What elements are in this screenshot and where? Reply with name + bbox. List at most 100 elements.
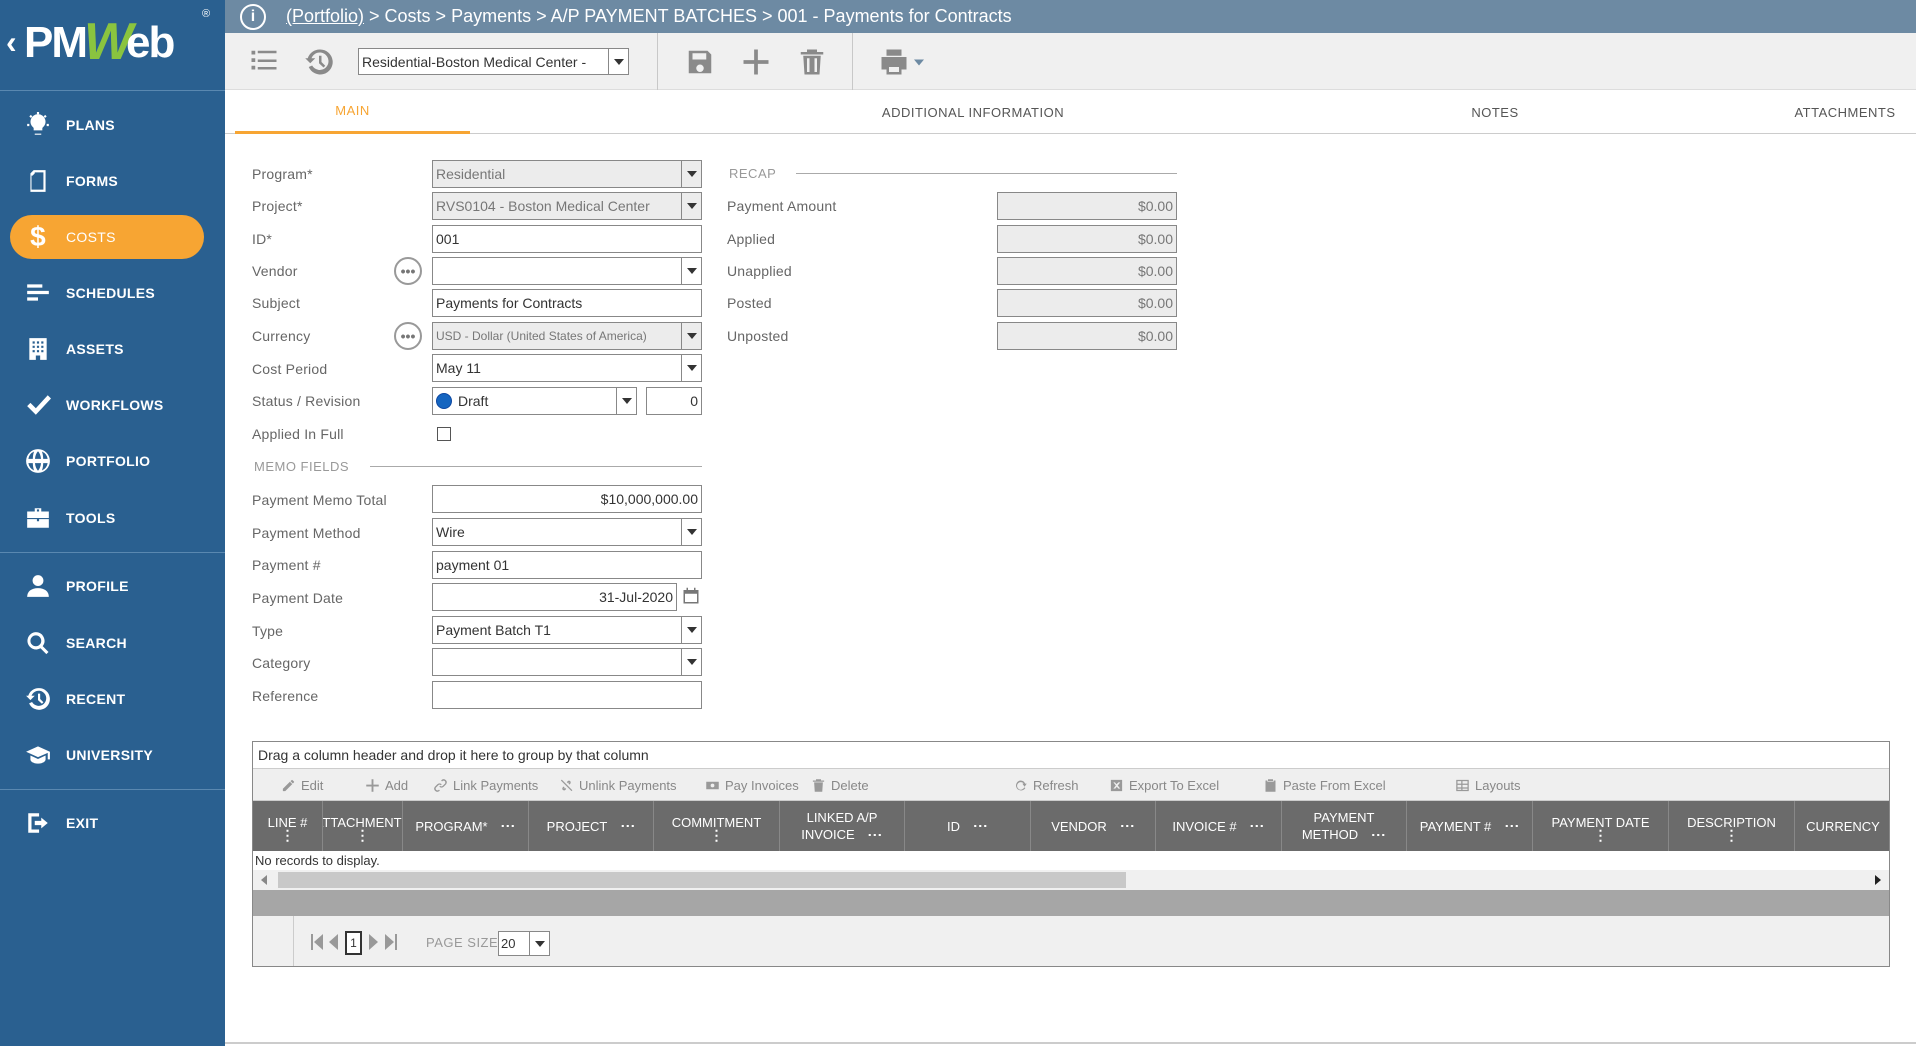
- chevron-down-icon[interactable]: [681, 355, 701, 381]
- project-field-select[interactable]: RVS0104 - Boston Medical Center: [432, 192, 702, 220]
- sidebar-item-exit[interactable]: EXIT: [10, 801, 204, 845]
- column-header-project[interactable]: PROJECT ⋮: [529, 801, 654, 851]
- pay-invoices-button[interactable]: Pay Invoices: [705, 769, 799, 801]
- vendor-select[interactable]: [432, 257, 702, 285]
- sidebar-item-plans[interactable]: PLANS: [10, 103, 204, 147]
- sidebar-item-costs[interactable]: $ COSTS: [10, 215, 204, 259]
- sidebar-item-tools[interactable]: TOOLS: [10, 496, 204, 540]
- vendor-lookup-icon[interactable]: •••: [394, 257, 422, 285]
- pmweb-logo[interactable]: ‹ PM W eb ®: [6, 8, 216, 71]
- grid-refresh-button[interactable]: Refresh: [1013, 769, 1079, 801]
- type-select[interactable]: Payment Batch T1: [432, 616, 702, 644]
- export-to-excel-button[interactable]: Export To Excel: [1109, 769, 1219, 801]
- previous-page-icon[interactable]: [329, 934, 338, 950]
- category-select[interactable]: [432, 648, 702, 676]
- grid-edit-button[interactable]: Edit: [281, 769, 323, 801]
- paste-from-excel-button[interactable]: Paste From Excel: [1263, 769, 1386, 801]
- sidebar-item-profile[interactable]: PROFILE: [10, 564, 204, 608]
- status-select[interactable]: Draft: [432, 387, 637, 415]
- column-menu-icon[interactable]: ⋮: [620, 819, 636, 833]
- subject-input[interactable]: Payments for Contracts: [432, 289, 702, 317]
- scroll-left-icon[interactable]: [261, 875, 267, 885]
- next-page-icon[interactable]: [369, 934, 378, 950]
- current-page[interactable]: 1: [345, 931, 362, 955]
- layouts-button[interactable]: Layouts: [1455, 769, 1521, 801]
- sidebar-item-workflows[interactable]: WORKFLOWS: [10, 383, 204, 427]
- chevron-down-icon[interactable]: [608, 49, 628, 74]
- column-menu-icon[interactable]: ⋮: [1371, 828, 1387, 842]
- horizontal-scrollbar[interactable]: [253, 870, 1889, 890]
- column-menu-icon[interactable]: ⋮: [1725, 828, 1739, 842]
- column-header-payment-method[interactable]: PAYMENT METHOD ⋮: [1282, 801, 1407, 851]
- print-dropdown-icon[interactable]: [912, 45, 926, 79]
- first-page-icon[interactable]: [311, 934, 323, 950]
- column-header-currency[interactable]: CURRENCY: [1795, 801, 1891, 851]
- grid-delete-button[interactable]: Delete: [811, 769, 869, 801]
- column-menu-icon[interactable]: ⋮: [868, 828, 884, 842]
- column-menu-icon[interactable]: ⋮: [710, 828, 724, 842]
- column-header-attachments[interactable]: ATTACHMENTS⋮: [323, 801, 403, 851]
- chevron-down-icon[interactable]: [681, 323, 701, 349]
- delete-icon[interactable]: [795, 45, 829, 79]
- tab-additional-information[interactable]: ADDITIONAL INFORMATION: [823, 90, 1123, 134]
- applied-in-full-checkbox[interactable]: [437, 427, 451, 441]
- tab-attachments[interactable]: ATTACHMENTS: [1780, 90, 1910, 134]
- page-size-select[interactable]: 20: [498, 931, 550, 956]
- column-header-vendor[interactable]: VENDOR ⋮: [1031, 801, 1156, 851]
- chevron-down-icon[interactable]: [681, 161, 701, 187]
- save-icon[interactable]: [683, 45, 717, 79]
- column-header-payment-number[interactable]: PAYMENT # ⋮: [1407, 801, 1533, 851]
- group-by-drop-area[interactable]: Drag a column header and drop it here to…: [253, 742, 1889, 769]
- program-select[interactable]: Residential: [432, 160, 702, 188]
- scrollbar-thumb[interactable]: [278, 872, 1126, 888]
- column-header-commitment[interactable]: COMMITMENT ⋮: [654, 801, 780, 851]
- sidebar-item-assets[interactable]: ASSETS: [10, 327, 204, 371]
- list-icon[interactable]: [247, 45, 281, 79]
- revision-input[interactable]: 0: [646, 387, 702, 415]
- payment-number-input[interactable]: payment 01: [432, 551, 702, 579]
- add-icon[interactable]: [739, 45, 773, 79]
- column-menu-icon[interactable]: ⋮: [281, 828, 295, 842]
- tab-main[interactable]: MAIN: [235, 90, 470, 134]
- tab-notes[interactable]: NOTES: [1445, 90, 1545, 134]
- currency-lookup-icon[interactable]: •••: [394, 322, 422, 350]
- column-header-id[interactable]: ID ⋮: [905, 801, 1031, 851]
- breadcrumb-portfolio-link[interactable]: (Portfolio): [286, 6, 364, 27]
- sidebar-item-forms[interactable]: FORMS: [10, 159, 204, 203]
- reference-input[interactable]: [432, 681, 702, 709]
- sidebar-item-portfolio[interactable]: PORTFOLIO: [10, 439, 204, 483]
- chevron-down-icon[interactable]: [681, 258, 701, 284]
- info-icon[interactable]: i: [240, 3, 266, 30]
- print-icon[interactable]: [877, 45, 911, 79]
- grid-add-button[interactable]: Add: [365, 769, 408, 801]
- column-menu-icon[interactable]: ⋮: [356, 828, 370, 842]
- payment-memo-total-input[interactable]: $10,000,000.00: [432, 485, 702, 513]
- column-menu-icon[interactable]: ⋮: [973, 819, 989, 833]
- chevron-down-icon[interactable]: [529, 932, 549, 955]
- column-header-linked-ap-invoice[interactable]: LINKED A/P INVOICE ⋮: [780, 801, 905, 851]
- link-payments-button[interactable]: Link Payments: [433, 769, 538, 801]
- cost-period-select[interactable]: May 11: [432, 354, 702, 382]
- chevron-down-icon[interactable]: [681, 649, 701, 675]
- sidebar-item-schedules[interactable]: SCHEDULES: [10, 271, 204, 315]
- column-menu-icon[interactable]: ⋮: [1120, 819, 1136, 833]
- column-menu-icon[interactable]: ⋮: [501, 819, 517, 833]
- column-header-invoice-number[interactable]: INVOICE # ⋮: [1156, 801, 1282, 851]
- payment-date-input[interactable]: 31-Jul-2020: [432, 583, 677, 611]
- history-icon[interactable]: [302, 45, 336, 79]
- chevron-down-icon[interactable]: [681, 519, 701, 545]
- sidebar-item-search[interactable]: SEARCH: [10, 621, 204, 665]
- currency-select[interactable]: USD - Dollar (United States of America): [432, 322, 702, 350]
- sidebar-item-recent[interactable]: RECENT: [10, 677, 204, 721]
- column-header-line-number[interactable]: LINE # ⋮: [253, 801, 323, 851]
- column-menu-icon[interactable]: ⋮: [1250, 819, 1266, 833]
- column-menu-icon[interactable]: ⋮: [1504, 819, 1520, 833]
- calendar-icon[interactable]: [682, 587, 700, 605]
- chevron-down-icon[interactable]: [616, 388, 636, 414]
- column-header-description[interactable]: DESCRIPTION ⋮: [1669, 801, 1795, 851]
- unlink-payments-button[interactable]: Unlink Payments: [559, 769, 677, 801]
- chevron-down-icon[interactable]: [681, 617, 701, 643]
- sidebar-item-university[interactable]: UNIVERSITY: [10, 733, 204, 777]
- column-header-program[interactable]: PROGRAM* ⋮: [403, 801, 529, 851]
- payment-method-select[interactable]: Wire: [432, 518, 702, 546]
